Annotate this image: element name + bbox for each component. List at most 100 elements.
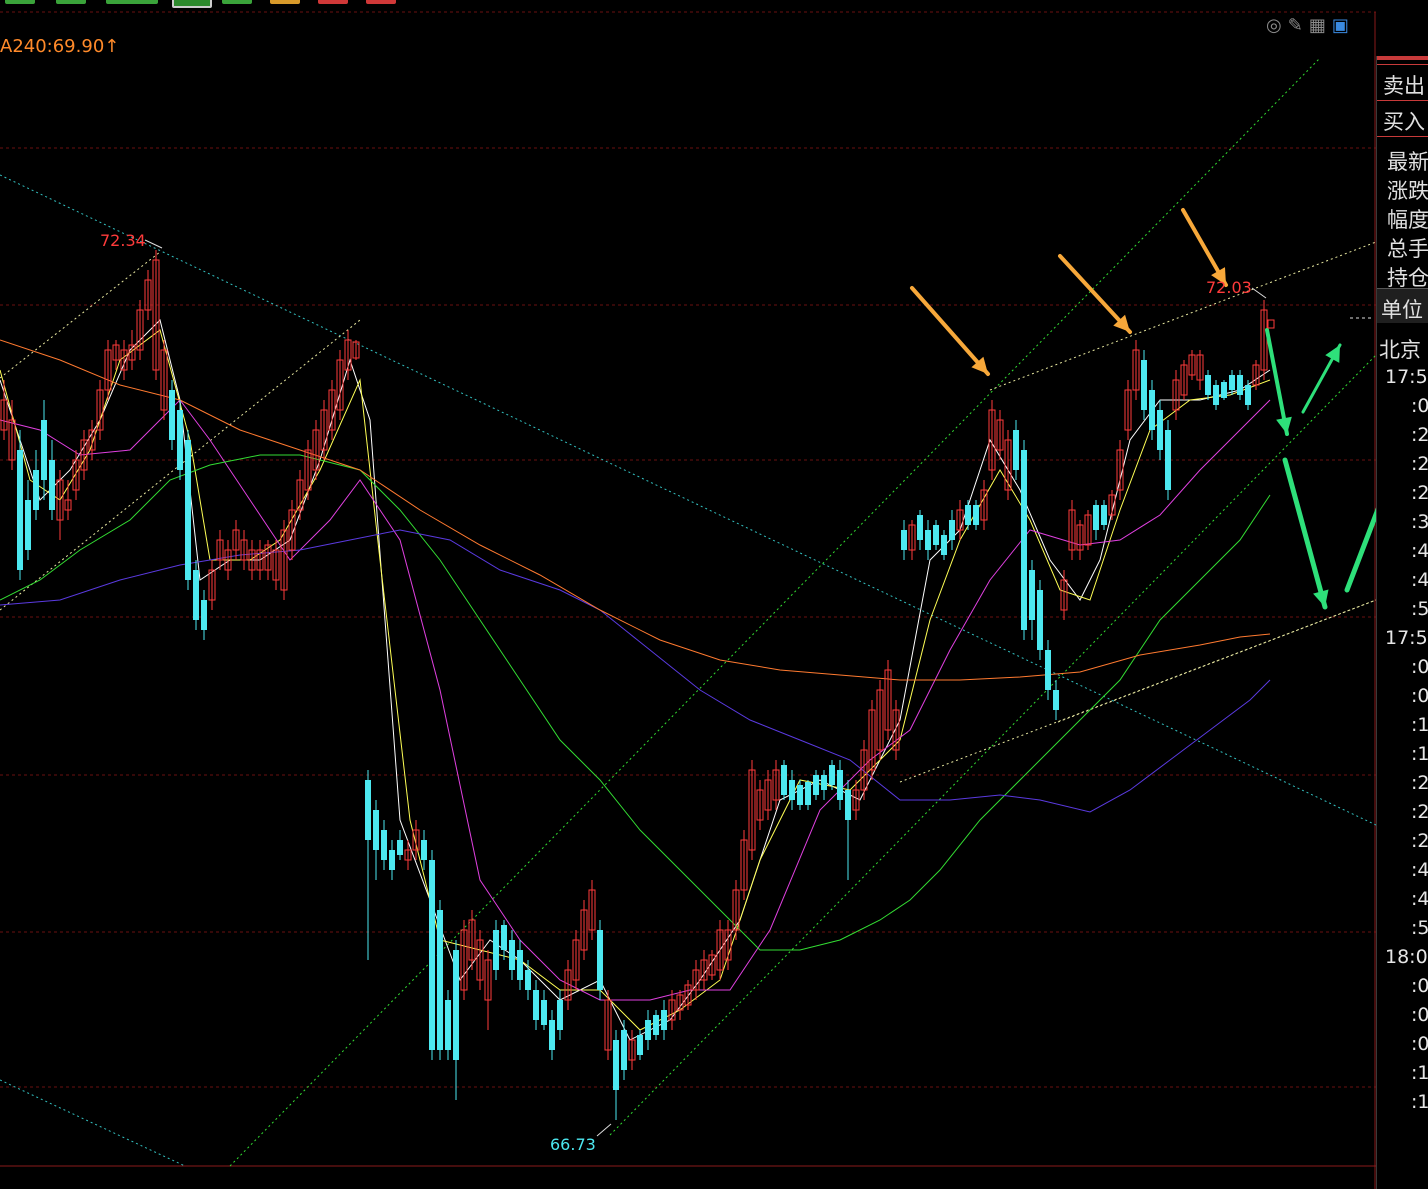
eye-off-icon[interactable]: ◎: [1266, 15, 1282, 37]
candle-body: [541, 1000, 547, 1025]
candle: [1141, 350, 1147, 420]
candle: [41, 400, 47, 500]
candle: [1053, 680, 1059, 720]
candle: [397, 830, 403, 860]
pencil-icon[interactable]: ✎: [1288, 15, 1303, 37]
ma240-label: A240:69.90: [0, 36, 105, 57]
candle-body: [493, 930, 499, 970]
arrow-shaft: [1344, 507, 1376, 593]
candle: [96, 380, 104, 440]
window-icon[interactable]: ▣: [1332, 15, 1349, 37]
candlestick-chart[interactable]: 72.34 72.03 66.73: [0, 0, 1376, 1189]
candle: [328, 380, 336, 440]
price-label-pointer: [144, 239, 163, 249]
candle: [517, 940, 523, 990]
candle: [1037, 580, 1043, 660]
candle: [208, 560, 216, 610]
candle: [604, 990, 612, 1060]
time-row-label: :0: [1411, 1004, 1428, 1026]
time-row-label: :0: [1411, 395, 1428, 417]
candle-body: [517, 950, 523, 980]
candle: [232, 520, 240, 560]
time-row-label: :4: [1411, 888, 1428, 910]
candle: [597, 920, 603, 1000]
candle: [460, 920, 468, 1000]
candle: [72, 450, 80, 500]
candle: [373, 800, 379, 880]
candle-body: [645, 1020, 651, 1040]
candle: [201, 590, 207, 640]
candle-body: [49, 460, 55, 510]
candle-body: [373, 810, 379, 850]
candle: [1076, 520, 1084, 560]
candle-body: [509, 940, 515, 970]
candle-body: [925, 530, 931, 550]
candle: [484, 950, 492, 1030]
candle: [1252, 360, 1260, 390]
time-row-label: :0: [1411, 685, 1428, 707]
downtrend-line: [0, 174, 1376, 826]
candle: [453, 940, 459, 1100]
candle-body: [33, 470, 39, 510]
candle-body: [1093, 505, 1099, 530]
candle: [668, 990, 676, 1030]
candle-body: [453, 950, 459, 1060]
candle: [949, 510, 955, 550]
candle: [764, 770, 772, 820]
price-label-pointer: [1251, 287, 1267, 299]
candle-body: [549, 1020, 555, 1050]
candle: [1205, 370, 1211, 400]
stat-label: 最新: [1387, 150, 1428, 174]
candle-body: [653, 1015, 659, 1035]
high-price-label: 72.34: [100, 231, 146, 250]
candle: [748, 760, 756, 860]
time-row-label: :1: [1411, 1091, 1428, 1113]
grid-icon[interactable]: ▦: [1309, 15, 1326, 37]
candle: [476, 930, 484, 990]
candle-body: [501, 925, 507, 950]
candle: [1237, 370, 1243, 400]
sell-label: 卖出: [1383, 74, 1425, 98]
candle: [684, 980, 692, 1010]
time-row-label: :0: [1411, 656, 1428, 678]
candle-body: [1053, 690, 1059, 710]
candle: [193, 560, 199, 630]
candle: [421, 830, 427, 870]
candle-body: [1149, 390, 1155, 430]
candle-body: [1213, 385, 1219, 405]
time-row-label: :0: [1411, 975, 1428, 997]
candle: [876, 680, 884, 760]
candle: [1068, 500, 1076, 560]
candle-body: [789, 780, 795, 800]
candle-body: [1157, 410, 1163, 450]
orange-arrow: [1181, 208, 1228, 287]
candle: [645, 1010, 651, 1050]
candle: [580, 900, 588, 960]
candle: [901, 520, 907, 560]
candle: [1196, 350, 1204, 390]
candle-body: [201, 600, 207, 630]
candle: [509, 930, 515, 980]
candle: [152, 250, 160, 380]
candle: [404, 840, 412, 870]
candle-body: [193, 570, 199, 620]
candle: [49, 440, 55, 520]
candle: [177, 400, 183, 480]
candle: [908, 520, 916, 560]
candle: [917, 510, 923, 550]
candle-body: [797, 785, 803, 805]
candle: [1213, 380, 1219, 410]
time-row-label: :4: [1411, 859, 1428, 881]
candle-body: [973, 505, 979, 525]
candle: [169, 380, 175, 450]
candle: [884, 660, 892, 740]
resistance-line: [989, 241, 1376, 391]
candle: [868, 700, 876, 780]
green-arrow: [1301, 343, 1342, 414]
candle-body: [837, 770, 843, 800]
candle: [837, 760, 843, 810]
candle-body: [805, 782, 811, 805]
candle: [533, 980, 539, 1030]
candles: [0, 250, 1268, 1120]
green-arrow: [1282, 457, 1329, 610]
